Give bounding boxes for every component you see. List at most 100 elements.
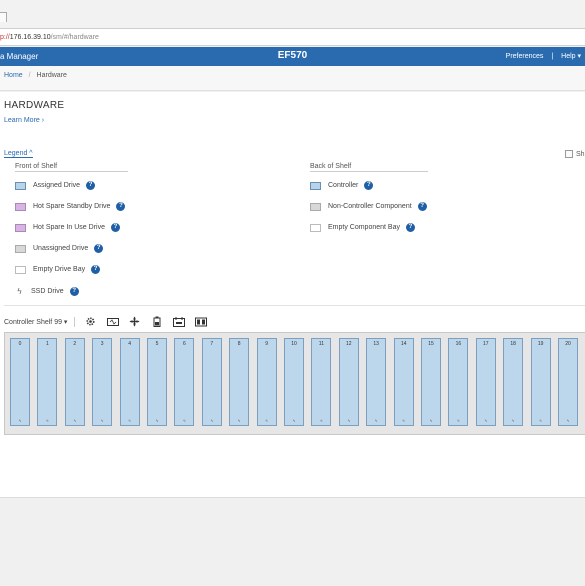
help-icon[interactable]: ? (405, 223, 415, 232)
help-icon[interactable]: ? (86, 181, 96, 190)
help-menu[interactable]: Help ▾ (561, 53, 581, 60)
main-panel: HARDWARE Learn More › Legend ^ Sh Front … (0, 92, 585, 497)
drive-bay-number: 16 (455, 341, 462, 347)
help-icon[interactable]: ? (364, 181, 374, 190)
gear-icon[interactable] (84, 316, 97, 327)
breadcrumb: Home / Hardware (4, 72, 67, 79)
controller-shelf-front: 0 ϟ 1 ϟ 2 ϟ 3 ϟ 4 ϟ 5 ϟ 6 ϟ 7 ϟ 8 ϟ 9 ϟ 10 ϟ 11 ϟ 12 ϟ 13 ϟ 14 ϟ 15 ϟ 16… (4, 332, 585, 435)
drive-bay[interactable]: 14 ϟ (393, 338, 414, 426)
drive-bay-number: 12 (346, 341, 352, 347)
bolt-icon: ϟ (17, 287, 22, 296)
breadcrumb-home[interactable]: Home (4, 72, 23, 79)
drive-bay[interactable]: 9ϟ (256, 338, 277, 426)
drive-bay[interactable]: 19 ϟ (530, 338, 551, 426)
breadcrumb-current: Hardware (36, 72, 67, 79)
drive-bay[interactable]: 8ϟ (229, 338, 250, 426)
drive-bay-number: 0 (18, 341, 22, 347)
controller-icon[interactable] (194, 316, 207, 327)
drive-bay-number: 13 (373, 341, 379, 347)
legend-empty-drive-bay: Empty Drive Bay ? (15, 265, 101, 274)
legend-label: Hot Spare Standby Drive (33, 203, 111, 210)
ssd-indicator-icon: ϟ (265, 418, 268, 423)
temperature-sensor-icon[interactable] (172, 316, 185, 327)
browser-tab-strip (0, 0, 585, 29)
drive-bay-number: 20 (565, 341, 571, 347)
ssd-indicator-icon: ϟ (155, 418, 159, 423)
battery-icon[interactable] (150, 316, 163, 327)
drive-bay[interactable]: 12 ϟ (338, 338, 359, 426)
drive-bay[interactable]: 6ϟ (174, 338, 195, 426)
url-path: /sm/#/hardware (50, 33, 99, 41)
help-icon[interactable]: ? (69, 287, 79, 296)
drive-bay-number: 6 (183, 341, 186, 347)
drive-bay-number: 17 (483, 341, 489, 347)
drive-bay[interactable]: 2ϟ (64, 338, 85, 426)
drive-bay[interactable]: 5ϟ (147, 338, 167, 426)
drive-bay[interactable]: 1ϟ (37, 338, 58, 426)
drive-bay-number: 11 (318, 341, 324, 347)
hot-spare-standby-swatch (15, 202, 26, 211)
address-bar[interactable]: p:// 176.16.39.10 /sm/#/hardware (0, 29, 585, 46)
show-option[interactable]: Sh (565, 150, 585, 158)
ssd-indicator-icon: ϟ (539, 418, 542, 423)
legend-back-heading: Back of Shelf (310, 163, 428, 172)
drive-bay-number: 4 (128, 341, 131, 347)
legend-label: Unassigned Drive (33, 245, 89, 252)
help-icon[interactable]: ? (116, 202, 126, 211)
drive-bay-number: 10 (291, 341, 297, 347)
drive-bay[interactable]: 10 ϟ (284, 338, 304, 426)
legend-label: Non-Controller Component (328, 203, 412, 210)
help-icon[interactable]: ? (94, 244, 104, 253)
drive-bay[interactable]: 15 ϟ (421, 338, 441, 426)
ssd-indicator-icon: ϟ (73, 418, 76, 423)
drive-bay[interactable]: 20 ϟ (558, 338, 578, 426)
shelf-selector[interactable]: Controller Shelf 99 ▾ (4, 318, 67, 326)
legend-toggle[interactable]: Legend ^ (4, 150, 33, 158)
ssd-indicator-icon: ϟ (292, 418, 296, 423)
legend-assigned-drive: Assigned Drive ? (15, 181, 96, 190)
help-icon[interactable]: ? (91, 265, 101, 274)
legend-ssd-drive: ϟ SSD Drive ? (15, 287, 79, 296)
ssd-indicator-icon: ϟ (183, 418, 186, 423)
ssd-indicator-icon: ϟ (210, 418, 213, 423)
drive-bay[interactable]: 0ϟ (10, 338, 30, 426)
drive-bay[interactable]: 4ϟ (119, 338, 140, 426)
shelf-toolbar: Controller Shelf 99 ▾ (4, 316, 207, 327)
drive-bay[interactable]: 3ϟ (92, 338, 113, 426)
drive-bay[interactable]: 16 ϟ (448, 338, 469, 426)
drive-bay-number: 3 (100, 341, 104, 347)
legend-label: Assigned Drive (33, 182, 81, 189)
non-controller-swatch (310, 202, 321, 211)
help-icon[interactable]: ? (417, 202, 427, 211)
ssd-indicator-icon: ϟ (128, 418, 131, 423)
legend-label: Hot Spare In Use Drive (33, 224, 105, 231)
drive-bay[interactable]: 17 ϟ (475, 338, 496, 426)
ssd-indicator-icon: ϟ (101, 418, 104, 423)
browser-tab[interactable] (0, 12, 7, 22)
drive-bay-number: 2 (73, 341, 77, 347)
app-header: a Manager EF570 Preferences | Help ▾ (0, 47, 585, 66)
controller-swatch (310, 181, 321, 190)
legend-label: Empty Component Bay (328, 224, 400, 231)
ssd-indicator-icon: ϟ (347, 418, 350, 423)
legend-empty-component-bay: Empty Component Bay ? (310, 223, 415, 232)
drive-bay-number: 5 (155, 341, 159, 347)
learn-more-link[interactable]: Learn More › (4, 117, 44, 124)
legend-front-heading: Front of Shelf (15, 163, 128, 172)
drive-bay[interactable]: 7ϟ (201, 338, 222, 426)
drive-bay-number: 1 (46, 341, 49, 347)
toolbar-divider (74, 316, 76, 327)
show-checkbox[interactable] (565, 150, 573, 158)
ssd-indicator-icon: ϟ (18, 418, 22, 423)
power-supply-icon[interactable] (106, 316, 119, 327)
fan-icon[interactable] (128, 316, 141, 327)
preferences-link[interactable]: Preferences (506, 53, 544, 60)
drive-bay[interactable]: 11 ϟ (311, 338, 332, 426)
drive-bay[interactable]: 18 ϟ (503, 338, 524, 426)
ssd-indicator-icon: ϟ (512, 418, 515, 423)
breadcrumb-separator: / (28, 72, 31, 79)
help-icon[interactable]: ? (110, 223, 120, 232)
ssd-indicator-icon: ϟ (429, 418, 433, 423)
ssd-indicator-icon: ϟ (375, 418, 378, 423)
drive-bay[interactable]: 13 ϟ (366, 338, 387, 426)
